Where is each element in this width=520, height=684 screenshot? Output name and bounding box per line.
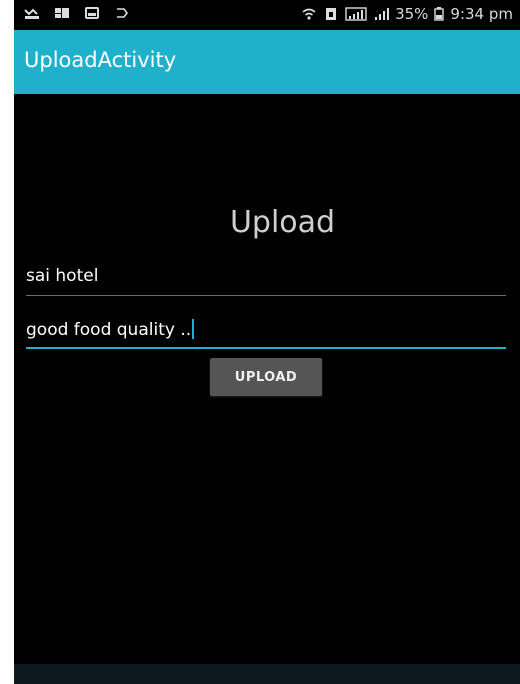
text-cursor	[192, 319, 195, 339]
status-right-icons: 35% 9:34 pm	[301, 5, 513, 23]
name-field-value: sai hotel	[26, 266, 99, 286]
battery-icon	[434, 7, 445, 21]
signal-icon	[345, 7, 367, 21]
status-left-icons	[24, 6, 130, 20]
page-heading: Upload	[229, 205, 336, 240]
name-field[interactable]: sai hotel	[26, 262, 506, 296]
review-field-value: good food quality ..	[26, 320, 192, 340]
clock: 9:34 pm	[450, 5, 513, 23]
battery-percent: 35%	[395, 5, 429, 23]
upload-button[interactable]: UPLOAD	[210, 358, 322, 396]
signal-icon-2	[375, 8, 390, 20]
review-field-underline	[26, 347, 506, 349]
app-title: UploadActivity	[24, 48, 177, 72]
phone-screen: 35% 9:34 pm UploadActivity Upload sai ho…	[14, 0, 520, 684]
bottom-navigation-strip	[14, 664, 520, 684]
notification-icon	[55, 8, 69, 18]
review-field-text: good food quality ..	[26, 319, 195, 340]
app-bar: UploadActivity	[14, 30, 520, 94]
status-bar: 35% 9:34 pm	[14, 0, 520, 30]
cast-icon	[117, 8, 128, 18]
sim-icon	[326, 8, 337, 20]
name-field-underline	[26, 295, 506, 296]
wifi-icon	[302, 8, 316, 20]
missed-call-icon	[24, 8, 39, 19]
review-field[interactable]: good food quality ..	[26, 315, 506, 349]
message-icon	[85, 7, 99, 19]
